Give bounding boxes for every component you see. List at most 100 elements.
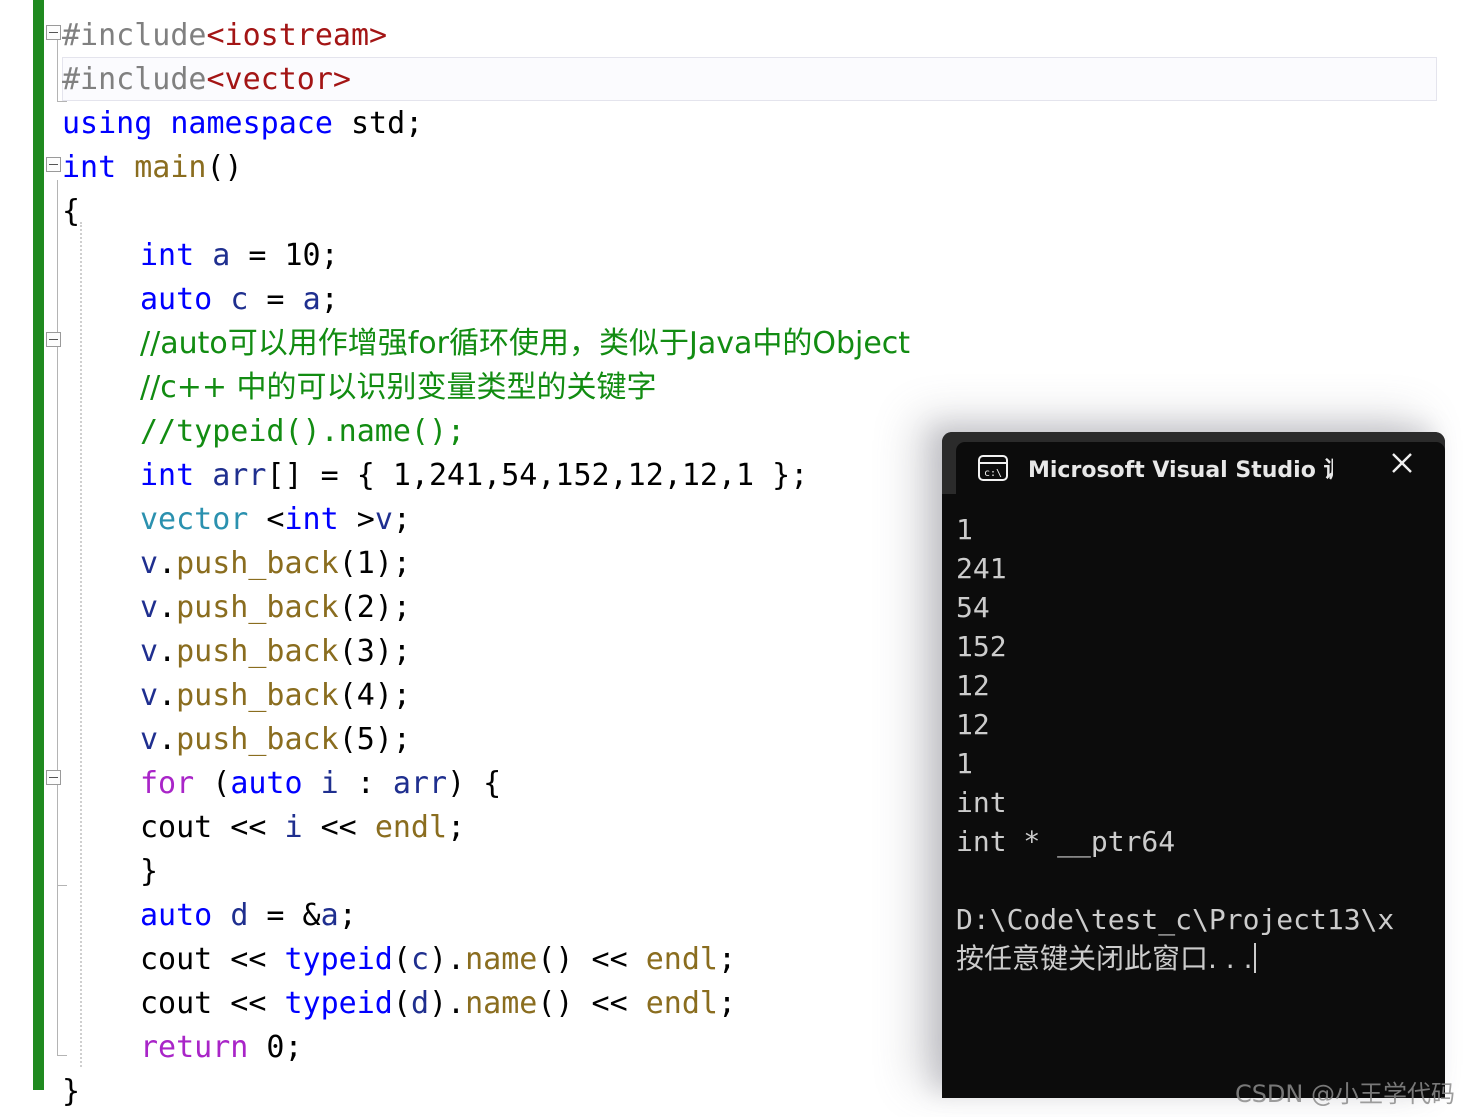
code-token: push_back xyxy=(176,634,339,669)
code-token: cout << xyxy=(140,942,285,977)
code-token: (4); xyxy=(338,678,411,713)
code-token: int xyxy=(62,150,117,185)
console-title: Microsoft Visual Studio 调试控 xyxy=(1028,458,1333,483)
code-line[interactable]: cout << typeid(c).name() << endl; xyxy=(140,938,736,982)
code-line[interactable]: auto c = a; xyxy=(140,278,339,322)
code-token: (3); xyxy=(338,634,411,669)
code-token: int xyxy=(140,458,195,493)
code-line[interactable]: cout << typeid(d).name() << endl; xyxy=(140,982,736,1026)
code-token: auto xyxy=(140,898,213,933)
code-token: auto xyxy=(140,282,213,317)
code-token: = xyxy=(248,282,303,317)
indent-guide-body xyxy=(80,222,82,1067)
console-output-area[interactable]: 1 241 54 152 12 12 1 int int * __ptr64 D:\Code\te… xyxy=(942,494,1445,1098)
console-line: 241 xyxy=(956,552,1007,585)
code-token: ) { xyxy=(447,766,502,801)
code-token: push_back xyxy=(176,678,339,713)
code-token: for xyxy=(140,766,195,801)
code-line[interactable]: int a = 10; xyxy=(140,234,339,278)
code-line[interactable]: v.push_back(2); xyxy=(140,586,411,630)
console-window[interactable]: c:\ Microsoft Visual Studio 调试控 1 241 54 15… xyxy=(942,432,1445,1098)
code-token: { xyxy=(62,194,81,229)
console-line: 1 xyxy=(956,747,973,780)
code-line[interactable]: { xyxy=(62,190,80,234)
code-token: i xyxy=(320,766,339,801)
code-line[interactable]: using namespace std; xyxy=(62,102,423,146)
console-line: 按任意键关闭此窗口. . . xyxy=(956,939,1445,978)
collapse-toggle-comment[interactable] xyxy=(46,332,61,347)
code-token: arr xyxy=(212,458,267,493)
close-icon[interactable] xyxy=(1389,450,1415,476)
code-token: a xyxy=(212,238,231,273)
collapse-toggle-includes[interactable] xyxy=(46,25,61,40)
code-token: . xyxy=(158,722,177,757)
code-line[interactable]: cout << i << endl; xyxy=(140,806,465,850)
code-line[interactable]: v.push_back(1); xyxy=(140,542,411,586)
code-token: main xyxy=(134,150,207,185)
console-line: D:\Code\test_c\Project13\x xyxy=(956,903,1395,936)
code-line[interactable]: #include<iostream> xyxy=(62,14,387,58)
code-line[interactable]: int main() xyxy=(62,146,243,190)
code-line[interactable]: int arr[] = { 1,241,54,152,12,12,1 }; xyxy=(140,454,808,498)
code-token: (5); xyxy=(338,722,411,757)
code-token: push_back xyxy=(176,546,339,581)
code-token: ; xyxy=(718,986,737,1021)
outline-rail-foot-main xyxy=(57,1055,67,1056)
console-titlebar[interactable]: c:\ Microsoft Visual Studio 调试控 xyxy=(942,432,1445,494)
code-line[interactable]: vector <int >v; xyxy=(140,498,411,542)
code-line[interactable]: v.push_back(4); xyxy=(140,674,411,718)
code-token: . xyxy=(158,546,177,581)
code-token: <iostream> xyxy=(206,18,388,53)
code-line[interactable]: } xyxy=(140,850,158,894)
code-token: typeid xyxy=(284,942,393,977)
code-token: v xyxy=(140,546,159,581)
code-token: return xyxy=(140,1030,249,1065)
code-token: ; xyxy=(338,898,357,933)
code-token: (2); xyxy=(338,590,411,625)
code-token: ( xyxy=(194,766,231,801)
code-token: vector xyxy=(140,502,249,537)
code-token: int xyxy=(284,502,339,537)
code-token: ). xyxy=(429,986,466,1021)
collapse-toggle-main[interactable] xyxy=(46,157,61,172)
terminal-cmd-icon: c:\ xyxy=(978,455,1008,481)
code-line[interactable]: v.push_back(5); xyxy=(140,718,411,762)
outline-rail-main xyxy=(57,180,58,1055)
console-tab[interactable]: c:\ Microsoft Visual Studio 调试控 xyxy=(956,442,1445,494)
outline-rail-for-loop xyxy=(57,790,58,885)
code-token: ( xyxy=(392,942,411,977)
code-token: () << xyxy=(537,986,646,1021)
outline-rail-includes xyxy=(57,40,58,102)
code-token: endl xyxy=(374,810,448,845)
code-token: name xyxy=(465,942,538,977)
code-line[interactable]: return 0; xyxy=(140,1026,303,1070)
code-line[interactable]: #include<vector> xyxy=(62,58,351,102)
code-token: c xyxy=(230,282,249,317)
code-token: a xyxy=(320,898,339,933)
collapse-toggle-for[interactable] xyxy=(46,770,61,785)
code-line[interactable]: //auto可以用作增强for循环使用，类似于Java中的Object xyxy=(140,322,910,366)
console-line: int * __ptr64 xyxy=(956,825,1176,858)
code-token: [] = { 1,241,54,152,12,12,1 }; xyxy=(266,458,809,493)
code-token: () << xyxy=(537,942,646,977)
code-line[interactable]: v.push_back(3); xyxy=(140,630,411,674)
code-line[interactable]: //typeid().name(); xyxy=(140,410,465,454)
code-line[interactable]: for (auto i : arr) { xyxy=(140,762,501,806)
code-token: < xyxy=(248,502,285,537)
code-token: ). xyxy=(429,942,466,977)
code-line[interactable]: //c++ 中的可以识别变量类型的关键字 xyxy=(140,366,657,410)
code-line[interactable]: } xyxy=(62,1070,80,1114)
code-token: v xyxy=(140,590,159,625)
code-line[interactable]: auto d = &a; xyxy=(140,894,357,938)
code-token: i xyxy=(284,810,303,845)
outline-rail-foot-for xyxy=(57,885,67,886)
code-token: (1); xyxy=(338,546,411,581)
code-token: push_back xyxy=(176,590,339,625)
console-line: 152 xyxy=(956,630,1007,663)
console-caret xyxy=(1253,943,1256,973)
